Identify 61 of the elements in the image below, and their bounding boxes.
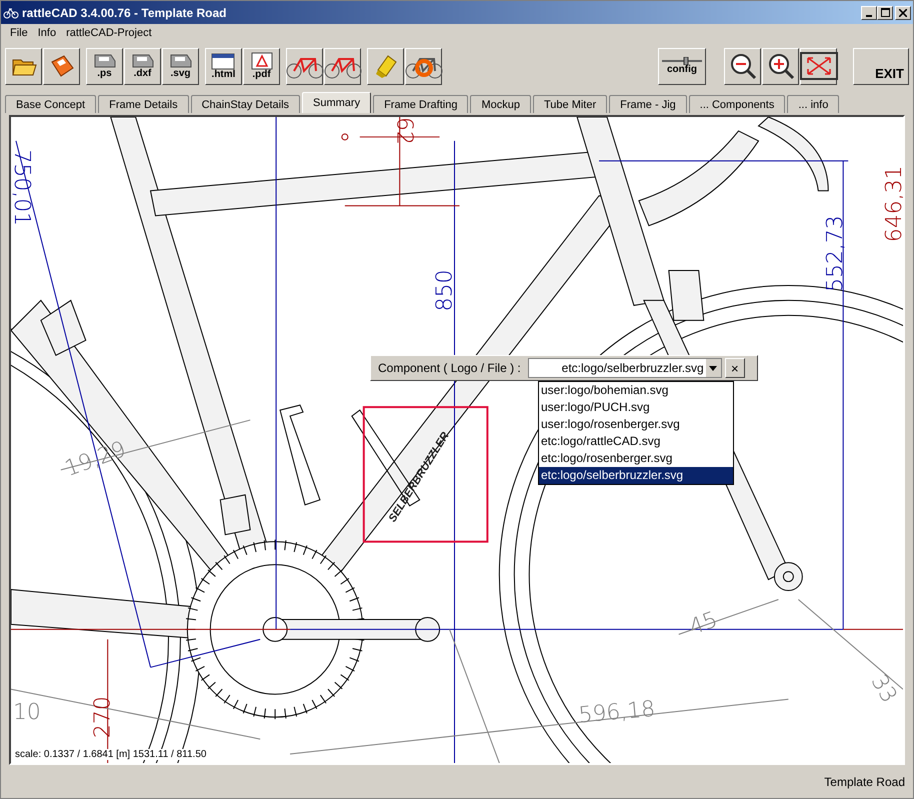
slider-icon — [662, 57, 702, 65]
toolbar-button[interactable] — [286, 48, 323, 84]
tab[interactable]: Frame Drafting — [373, 95, 468, 113]
dimension-label: 62 — [392, 117, 417, 145]
close-button[interactable] — [895, 6, 911, 20]
close-icon — [899, 8, 907, 16]
dimension-label: 750,01 — [11, 149, 34, 226]
component-label: Component ( Logo / File ) : — [377, 361, 522, 375]
tab[interactable]: Summary — [302, 92, 372, 113]
tab[interactable]: Mockup — [470, 95, 531, 113]
tab[interactable]: ... Components — [688, 95, 786, 113]
maximize-button[interactable] — [877, 6, 893, 20]
toolbar-button[interactable]: config — [658, 48, 706, 84]
tab[interactable]: Frame Details — [98, 95, 189, 113]
dimension-label: 850 — [432, 270, 458, 312]
toolbar-button[interactable] — [724, 48, 761, 84]
tab[interactable]: Frame - Jig — [609, 95, 687, 113]
dimension-label: 19,29 — [62, 436, 130, 482]
toolbar-button[interactable]: .ps — [86, 48, 123, 84]
toolbar-button[interactable] — [405, 48, 442, 84]
menu-item[interactable]: File — [5, 26, 33, 38]
point-marker-icon — [341, 133, 348, 140]
dimension-label: 33 — [866, 670, 902, 708]
toolbar-button[interactable]: .svg — [162, 48, 199, 84]
dropdown-option[interactable]: etc:logo/rosenberger.svg — [539, 450, 733, 467]
dropdown-option[interactable]: etc:logo/rattleCAD.svg — [539, 433, 733, 450]
toolbar-button[interactable]: .pdf — [243, 48, 280, 84]
tab[interactable]: Base Concept — [5, 95, 96, 113]
component-dropdown[interactable]: etc:logo/selberbruzzler.svg — [528, 358, 722, 378]
scale-readout: scale: 0.1337 / 1.6841 [m] 1531.11 / 811.50 — [15, 749, 206, 760]
menu-item[interactable]: Info — [32, 26, 62, 38]
maximize-icon — [880, 8, 890, 17]
menu-item[interactable]: rattleCAD-Project — [61, 26, 157, 38]
exit-button[interactable]: EXIT — [853, 48, 909, 84]
minimize-button[interactable] — [861, 6, 877, 20]
dimension-label: 552,73 — [823, 215, 848, 292]
toolbar-button[interactable] — [324, 48, 361, 84]
status-text: Template Road — [824, 774, 905, 788]
toolbar-button[interactable]: .dxf — [124, 48, 161, 84]
toolbar-button[interactable] — [367, 48, 404, 84]
tab[interactable]: ChainStay Details — [190, 95, 300, 113]
toolbar-button[interactable] — [43, 48, 80, 84]
dropdown-option[interactable]: user:logo/rosenberger.svg — [539, 416, 733, 433]
fit-to-window-icon — [800, 52, 838, 80]
toolbar-button[interactable]: .html — [205, 48, 242, 84]
dropdown-option[interactable]: user:logo/bohemian.svg — [539, 382, 733, 399]
dropdown-option[interactable]: user:logo/PUCH.svg — [539, 399, 733, 416]
tab[interactable]: Tube Miter — [532, 95, 608, 113]
dropdown-option[interactable]: etc:logo/selberbruzzler.svg — [539, 467, 733, 484]
minimize-icon — [866, 14, 872, 16]
tab[interactable]: ... info — [787, 95, 840, 113]
browser-window-icon — [210, 52, 238, 70]
caret-icon — [709, 366, 718, 370]
dimension-label: 10 — [13, 700, 41, 726]
window-title: rattleCAD 3.4.00.76 - Template Road — [22, 6, 228, 20]
bicycle-icon — [3, 6, 19, 20]
toolbar-button[interactable] — [800, 48, 837, 84]
close-button[interactable]: × — [724, 358, 745, 378]
toolbar-button[interactable] — [762, 48, 799, 84]
dimension-label: 270 — [90, 696, 116, 738]
toolbar-button[interactable] — [5, 48, 42, 84]
